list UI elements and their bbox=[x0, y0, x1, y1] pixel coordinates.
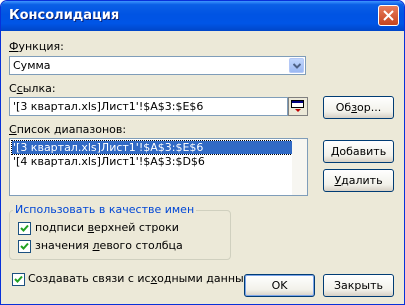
collapse-dialog-button[interactable] bbox=[288, 97, 308, 116]
browse-button[interactable]: Обзор... bbox=[323, 96, 394, 119]
top-row-checkbox[interactable] bbox=[18, 222, 31, 235]
create-links-label[interactable]: Создавать связи с исходными данными bbox=[28, 272, 259, 285]
function-dropdown-button[interactable] bbox=[289, 58, 304, 73]
reference-input[interactable]: '[3 квартал.xls]Лист1'!$A$3:$E$6 bbox=[9, 97, 288, 116]
ranges-label: Список диапазонов: bbox=[9, 123, 127, 136]
checkmark-icon bbox=[20, 224, 29, 232]
checkmark-icon bbox=[14, 275, 23, 283]
delete-button[interactable]: Удалить bbox=[323, 169, 394, 192]
reference-label: Ссылка: bbox=[9, 82, 56, 95]
close-button[interactable]: Закрыть bbox=[323, 274, 394, 297]
close-icon bbox=[383, 10, 394, 21]
checkmark-icon bbox=[20, 242, 29, 250]
reference-value: '[3 квартал.xls]Лист1'!$A$3:$E$6 bbox=[13, 100, 204, 113]
dialog-title: Консолидация bbox=[9, 8, 120, 23]
function-value: Сумма bbox=[13, 59, 51, 72]
title-bar[interactable]: Консолидация bbox=[1, 1, 404, 31]
left-column-checkbox[interactable] bbox=[18, 240, 31, 253]
range-select-icon bbox=[291, 100, 304, 112]
add-button[interactable]: Добавить bbox=[323, 140, 394, 163]
chevron-down-icon bbox=[293, 63, 301, 69]
create-links-checkbox[interactable] bbox=[12, 273, 25, 286]
top-row-label[interactable]: подписи верхней строки bbox=[35, 221, 179, 234]
consolidation-dialog: Консолидация Функция: Сумма Ссылка: '[3 … bbox=[0, 0, 405, 305]
function-label: Функция: bbox=[9, 40, 64, 53]
list-item[interactable]: '[3 квартал.xls]Лист1'!$A$3:$E$6 bbox=[11, 140, 293, 155]
left-column-label[interactable]: значения левого столбца bbox=[35, 239, 183, 252]
ranges-list[interactable]: '[3 квартал.xls]Лист1'!$A$3:$E$6 '[4 ква… bbox=[9, 138, 308, 196]
close-window-button[interactable] bbox=[378, 5, 399, 26]
list-item[interactable]: '[4 квартал.xls]Лист1'!$A$3:$D$6 bbox=[12, 155, 205, 168]
ok-button[interactable]: OK bbox=[244, 274, 315, 297]
use-labels-group bbox=[9, 210, 231, 260]
function-select[interactable]: Сумма bbox=[9, 56, 306, 75]
use-labels-title: Использовать в качестве имен bbox=[13, 203, 197, 216]
list-scrollbar[interactable] bbox=[292, 139, 307, 195]
